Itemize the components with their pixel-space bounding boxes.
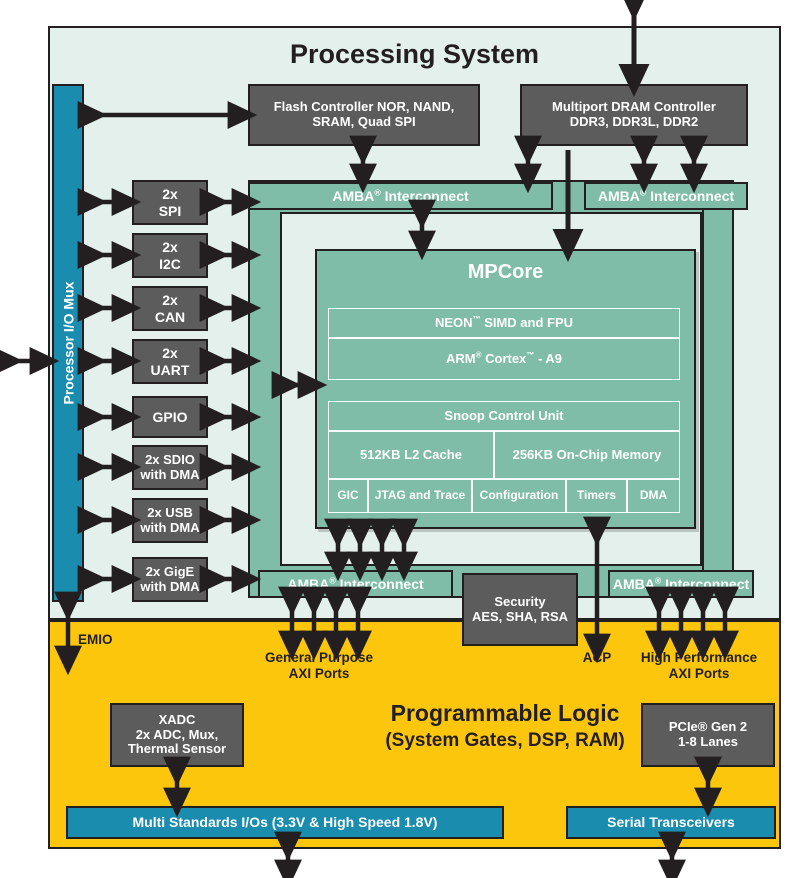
multi-standards-io-block[interactable]: Multi Standards I/Os (3.3V & High Speed …	[66, 806, 504, 839]
zynq-block-diagram: Processing System Flash Controller NOR, …	[0, 0, 800, 878]
hp-axi-line2: AXI Ports	[668, 666, 730, 682]
trademark-icon: ™	[472, 314, 481, 324]
flash-controller-line1: Flash Controller NOR, NAND,	[273, 99, 455, 115]
mpcore-snoop-control-unit-cell[interactable]: Snoop Control Unit	[328, 401, 680, 431]
peripheral-sdio-line2: with DMA	[140, 466, 200, 482]
security-block[interactable]: Security AES, SHA, RSA	[462, 573, 578, 646]
hp-axi-line1: High Performance	[640, 650, 758, 665]
peripheral-uart-line1: 2x	[162, 345, 178, 362]
security-line2: AES, SHA, RSA	[471, 608, 569, 624]
peripheral-gpio-line1: GPIO	[152, 408, 188, 425]
amba-interconnect-top-right-overlay[interactable]: AMBA® Interconnect	[584, 182, 748, 210]
mpcore-l2-cache-cell[interactable]: 512KB L2 Cache	[328, 431, 494, 479]
amba-br-post: Interconnect	[661, 575, 750, 592]
peripheral-gige-line2: with DMA	[140, 578, 200, 594]
acp-line1: ACP	[582, 650, 612, 665]
programmable-logic-title-group: Programmable Logic (System Gates, DSP, R…	[330, 700, 680, 754]
mpcore-neon-cell[interactable]: NEON™ SIMD and FPU	[328, 308, 680, 338]
processor-io-mux-block[interactable]: Processor I/O Mux	[52, 84, 84, 602]
mpcore-gic-cell[interactable]: GIC	[328, 479, 368, 513]
peripheral-usb-line2: with DMA	[140, 519, 200, 535]
xadc-line3: Thermal Sensor	[127, 741, 227, 757]
mpcore-on-chip-memory-cell[interactable]: 256KB On-Chip Memory	[494, 431, 680, 479]
peripheral-usb-line1: 2x USB	[147, 504, 193, 520]
neon-pre: NEON	[434, 314, 473, 330]
amba-bl-post: Interconnect	[335, 575, 424, 592]
jtag-label: JTAG and Trace	[374, 488, 466, 503]
peripheral-can-line1: 2x	[162, 292, 178, 309]
peripheral-spi-line2: SPI	[158, 202, 182, 219]
peripheral-gpio-block[interactable]: GPIO	[132, 396, 208, 438]
peripheral-can-block[interactable]: 2x CAN	[132, 286, 208, 331]
peripheral-spi-block[interactable]: 2x SPI	[132, 180, 208, 225]
cortex-post: - A9	[534, 350, 563, 366]
peripheral-can-line2: CAN	[154, 308, 186, 325]
serial-transceivers-label: Serial Transceivers	[607, 814, 735, 831]
xadc-line2: 2x ADC, Mux,	[135, 726, 219, 742]
gic-label: GIC	[337, 488, 359, 503]
programmable-logic-subtitle: (System Gates, DSP, RAM)	[385, 730, 625, 751]
flash-controller-block[interactable]: Flash Controller NOR, NAND, SRAM, Quad S…	[248, 84, 480, 146]
mpcore-title: MPCore	[467, 261, 544, 283]
amba-tr-pre2: AMBA	[597, 187, 640, 204]
ocm-label: 256KB On-Chip Memory	[512, 446, 662, 462]
peripheral-uart-block[interactable]: 2x UART	[132, 339, 208, 384]
xadc-line1: XADC	[158, 711, 196, 727]
dram-controller-line1b: Multiport DRAM Controller	[552, 99, 716, 115]
pcie-line2: 1-8 Lanes	[678, 734, 738, 749]
processing-system-title: Processing System	[289, 39, 540, 69]
high-performance-axi-ports-label: High Performance AXI Ports	[620, 650, 778, 682]
programmable-logic-title: Programmable Logic	[390, 700, 620, 726]
acp-label: ACP	[574, 650, 620, 666]
peripheral-usb-block[interactable]: 2x USB with DMA	[132, 498, 208, 543]
peripheral-i2c-line1: 2x	[162, 239, 178, 256]
mpcore-dma-cell[interactable]: DMA	[627, 479, 680, 513]
neon-post: SIMD and FPU	[480, 314, 574, 330]
processor-io-mux-label: Processor I/O Mux	[59, 281, 76, 405]
peripheral-uart-line2: UART	[150, 361, 190, 378]
mpcore-cortex-a9-cell[interactable]: ARM® Cortex™ - A9	[328, 338, 680, 380]
mpcore-configuration-cell[interactable]: Configuration	[472, 479, 566, 513]
gp-axi-line1: General Purpose	[264, 650, 374, 665]
amba-interconnect-bottom-left[interactable]: AMBA® Interconnect	[258, 570, 453, 598]
timers-label: Timers	[576, 488, 617, 503]
serial-transceivers-block[interactable]: Serial Transceivers	[566, 806, 776, 839]
cortex-pre: ARM	[445, 350, 476, 366]
amba-br-pre: AMBA	[612, 575, 655, 592]
amba-tl-pre: AMBA	[332, 187, 375, 204]
general-purpose-axi-ports-label: General Purpose AXI Ports	[240, 650, 398, 682]
mpcore-timers-cell[interactable]: Timers	[566, 479, 627, 513]
amba-bl-pre: AMBA	[287, 575, 330, 592]
mpcore-jtag-trace-cell[interactable]: JTAG and Trace	[368, 479, 472, 513]
amba-tr-post2: Interconnect	[646, 187, 735, 204]
multi-standards-io-label: Multi Standards I/Os (3.3V & High Speed …	[132, 814, 438, 831]
security-line1: Security	[494, 593, 546, 609]
amba-interconnect-bottom-right[interactable]: AMBA® Interconnect	[608, 570, 754, 598]
peripheral-gige-block[interactable]: 2x GigE with DMA	[132, 557, 208, 602]
emio-label: EMIO	[78, 632, 113, 647]
dma-label: DMA	[639, 488, 668, 503]
cortex-mid: Cortex	[481, 350, 527, 366]
amba-interconnect-top-left[interactable]: AMBA® Interconnect	[248, 182, 553, 210]
dram-controller-line2: DDR3, DDR3L, DDR2	[569, 114, 699, 129]
peripheral-i2c-block[interactable]: 2x I2C	[132, 233, 208, 278]
peripheral-i2c-line2: I2C	[159, 255, 181, 272]
pcie-block[interactable]: PCIe® Gen 2 1-8 Lanes	[641, 703, 775, 767]
peripheral-sdio-block[interactable]: 2x SDIO with DMA	[132, 445, 208, 490]
dram-controller-block[interactable]: Multiport DRAM Controller DDR3, DDR3L, D…	[520, 84, 748, 146]
l2-cache-label: 512KB L2 Cache	[360, 446, 462, 462]
xadc-block[interactable]: XADC 2x ADC, Mux, Thermal Sensor	[110, 703, 244, 767]
scu-label: Snoop Control Unit	[444, 407, 564, 423]
flash-controller-line2: SRAM, Quad SPI	[312, 114, 416, 129]
peripheral-sdio-line1: 2x SDIO	[145, 451, 195, 467]
peripheral-gige-line1: 2x GigE	[145, 563, 195, 579]
pcie-line1: PCIe® Gen 2	[668, 719, 748, 735]
configuration-label: Configuration	[479, 488, 559, 503]
amba-tl-post: Interconnect	[380, 187, 469, 204]
gp-axi-line2: AXI Ports	[288, 666, 350, 682]
peripheral-spi-line1: 2x	[162, 186, 178, 203]
amba-right-column	[702, 182, 734, 598]
